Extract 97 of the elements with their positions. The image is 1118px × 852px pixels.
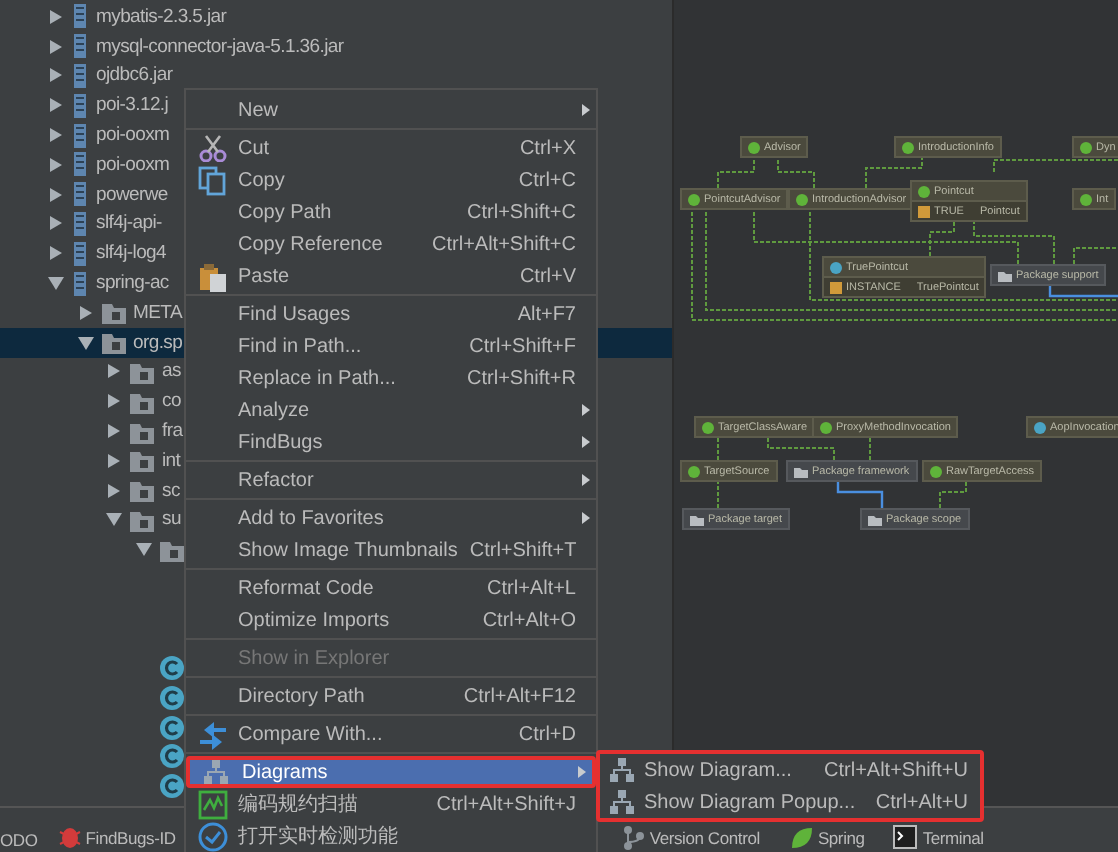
package-folder-icon [99,328,127,357]
menu-item[interactable]: Optimize Imports Ctrl+Alt+O [186,604,596,636]
bug-icon [57,824,82,850]
tree-item-label[interactable]: as [162,360,181,383]
menu-item[interactable]: Show Image Thumbnails Ctrl+Shift+T [186,534,596,566]
folder-icon [998,269,1012,281]
check-circle-icon [197,821,227,851]
leaf-icon [787,824,814,850]
menu-item[interactable]: Paste Ctrl+V [186,260,596,292]
tree-item-label[interactable]: fra [162,420,183,443]
tree-item-label[interactable]: co [162,390,181,413]
package-folder-icon [128,446,156,475]
menu-item[interactable]: Copy Path Ctrl+Shift+C [186,196,596,228]
interface-icon [702,421,714,433]
tree-item-label[interactable]: slf4j-log4 [96,242,167,265]
class-icon [157,683,185,712]
clipboard-icon [197,261,227,291]
field-icon [830,281,842,293]
interface-icon [902,141,914,153]
chart-icon [197,789,227,819]
class-icon [157,742,185,771]
jar-icon [70,91,90,120]
menu-item[interactable]: Diagrams [186,756,596,788]
package-folder-icon [128,476,156,505]
tool-window-tab[interactable]: Version Control [649,827,760,847]
package-folder-icon [99,298,127,327]
interface-icon [820,421,832,433]
jar-icon [70,150,90,179]
jar-icon [70,121,90,150]
tree-item-label[interactable]: poi-ooxm [96,124,170,147]
menu-item[interactable]: Find in Path... Ctrl+Shift+F [186,330,596,362]
tree-item-label[interactable]: ojdbc6.jar [96,64,173,87]
interface-icon [918,185,930,197]
menu-item[interactable]: 编码规约扫描 Ctrl+Alt+Shift+J [186,788,596,820]
tree-item-label[interactable]: mysql-connector-java-5.1.36.jar [96,35,344,58]
tree-item-label[interactable]: mybatis-2.3.5.jar [96,5,227,28]
menu-item[interactable]: Replace in Path... Ctrl+Shift+R [186,362,596,394]
jar-icon [70,61,90,90]
jar-icon [70,269,90,298]
menu-item[interactable]: Reformat Code Ctrl+Alt+L [186,572,596,604]
menu-item[interactable]: Refactor [186,464,596,496]
terminal-icon [892,824,919,850]
scissors-icon [197,134,227,162]
hierarchy-icon [202,758,230,786]
menu-item[interactable]: Show Diagram... Ctrl+Alt+Shift+U [600,754,968,786]
menu-item[interactable]: 打开实时检测功能 [186,820,596,852]
copy-icon [197,165,227,195]
tool-window-tab[interactable]: Terminal [922,827,984,847]
interface-icon [1080,193,1092,205]
tool-window-tab[interactable]: FindBugs-ID [85,827,176,847]
tree-item-label[interactable]: spring-ac [96,272,169,295]
interface-icon [748,141,760,153]
interface-icon [688,193,700,205]
jar-icon [70,209,90,238]
folder-icon [690,513,704,525]
menu-item[interactable]: Analyze [186,394,596,426]
menu-item[interactable]: Directory Path Ctrl+Alt+F12 [186,680,596,712]
jar-icon [70,32,90,61]
menu-item[interactable]: Cut Ctrl+X [186,132,596,164]
interface-icon [930,465,942,477]
tree-item-label[interactable]: slf4j-api- [96,212,162,235]
menu-item[interactable]: Copy Reference Ctrl+Alt+Shift+C [186,228,596,260]
menu-item[interactable]: Add to Favorites [186,502,596,534]
menu-item[interactable]: Copy Ctrl+C [186,164,596,196]
menu-item[interactable]: Find Usages Alt+F7 [186,298,596,330]
hierarchy-icon [608,788,636,816]
branch-icon [619,824,646,850]
tree-item-label[interactable]: META [133,301,182,324]
tree-item-label[interactable]: su [162,508,181,531]
menu-item[interactable]: Compare With... Ctrl+D [186,718,596,750]
hierarchy-icon [608,756,636,784]
interface-icon [1080,141,1092,153]
interface-icon [796,193,808,205]
class-icon [830,261,842,273]
class-icon [157,653,185,682]
menu-item[interactable]: FindBugs [186,426,596,458]
folder-icon [868,513,882,525]
menu-item[interactable]: Show Diagram Popup... Ctrl+Alt+U [600,786,968,818]
tool-window-tab[interactable]: Spring [817,827,865,847]
jar-icon [70,239,90,268]
tree-item-label[interactable]: powerwe [96,183,168,206]
menu-item[interactable]: New [186,94,596,126]
interface-icon [688,465,700,477]
jar-icon [70,2,90,31]
folder-icon [794,465,808,477]
tree-item-label[interactable]: org.sp [133,331,183,354]
class-icon [157,772,185,801]
tree-item-label[interactable]: sc [162,479,180,502]
field-icon [918,205,930,217]
class-icon [1034,421,1046,433]
tree-item-label[interactable]: int [162,449,181,472]
tool-window-tab[interactable]: ODO [0,830,38,850]
jar-icon [70,180,90,209]
compare-arrows-icon [197,719,227,749]
tree-item-label[interactable]: poi-3.12.j [96,94,169,117]
class-icon [157,713,185,742]
tree-item-label[interactable]: poi-ooxm [96,153,170,176]
